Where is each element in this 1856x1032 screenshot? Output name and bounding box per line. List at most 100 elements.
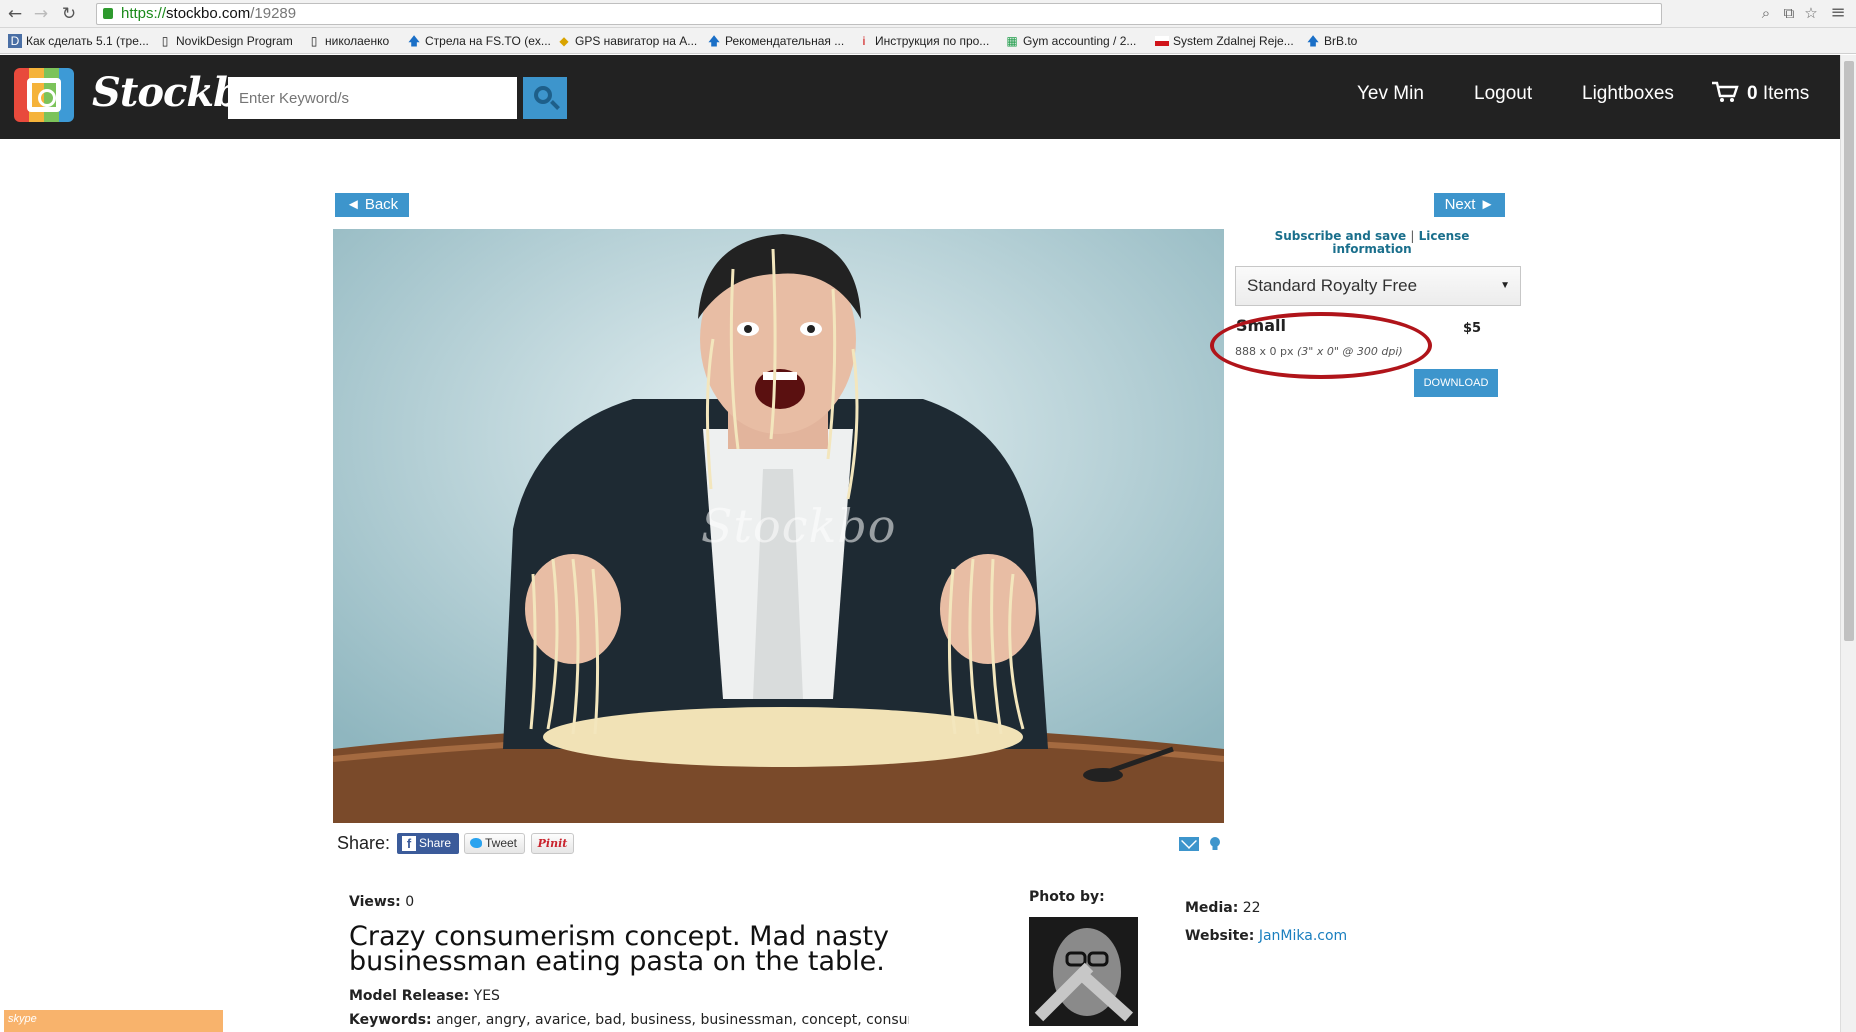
size-dimensions: 888 x 0 px (3" x 0" @ 300 dpi) [1235, 345, 1403, 358]
size-pixels: 888 x 0 px [1235, 345, 1294, 358]
browser-reload-icon[interactable]: ↻ [58, 3, 80, 25]
website: Website: JanMika.com [1185, 928, 1347, 944]
bookmark-item[interactable]: D Как сделать 5.1 (тре... [8, 33, 149, 49]
logout-link[interactable]: Logout [1474, 83, 1532, 105]
browser-back-icon[interactable]: ← [4, 3, 26, 25]
search-icon [534, 86, 552, 104]
pinterest-button[interactable]: Pinit [531, 833, 574, 854]
bookmark-label: Рекомендательная ... [725, 34, 845, 48]
bookmark-item[interactable]: ▯ николаенко [307, 33, 389, 49]
keywords: Keywords: anger, angry, avarice, bad, bu… [349, 1012, 909, 1028]
bookmark-label: BrB.to [1324, 34, 1358, 48]
url-path: /19289 [250, 5, 297, 22]
cart-count: 0 [1747, 83, 1758, 104]
address-bar[interactable]: https://stockbo.com/19289 [96, 3, 1662, 25]
bookmark-item[interactable]: ▯ NovikDesign Program [158, 33, 293, 49]
bookmark-label: николаенко [325, 34, 390, 48]
arrow-up-icon: 🡅 [707, 34, 721, 48]
media-value: 22 [1242, 900, 1261, 916]
user-name-link[interactable]: Yev Min [1357, 83, 1424, 105]
browser-forward-icon[interactable]: → [30, 3, 52, 25]
bookmark-item[interactable]: ◆ GPS навигатор на A... [557, 33, 697, 49]
zoom-icon[interactable]: ⌕ [1756, 3, 1776, 23]
skype-label: skype [8, 1013, 37, 1025]
views-count: Views: 0 [349, 894, 414, 910]
page: ← → ↻ https://stockbo.com/19289 ⌕ ⧉ ☆ ≡ … [0, 0, 1856, 1032]
facebook-share-button[interactable]: f Share [397, 833, 459, 854]
facebook-share-label: Share [419, 836, 452, 850]
website-link[interactable]: JanMika.com [1259, 928, 1347, 944]
bookmark-item[interactable]: 🡅 Стрела на FS.TO (ex... [407, 33, 551, 49]
bookmark-item[interactable]: System Zdalnej Reje... [1155, 33, 1294, 49]
bookmark-label: NovikDesign Program [176, 34, 293, 48]
license-select-value: Standard Royalty Free [1247, 276, 1418, 295]
bookmark-label: Стрела на FS.TO (ex... [425, 34, 551, 48]
bookmark-item[interactable]: 🡅 Рекомендательная ... [707, 33, 844, 49]
scrollbar-thumb[interactable] [1844, 61, 1854, 641]
logo-icon[interactable] [14, 68, 74, 122]
media-label: Media: [1185, 900, 1239, 916]
photo-title: Crazy consumerism concept. Mad nasty bus… [349, 921, 890, 977]
photographer-avatar[interactable] [1029, 917, 1138, 1026]
page-icon: D [8, 34, 22, 48]
bookmark-item[interactable]: ▦ Gym accounting / 2... [1005, 33, 1136, 49]
star-icon[interactable]: ☆ [1801, 3, 1821, 23]
cart-link[interactable]: 0 Items [1747, 83, 1809, 105]
page-icon: ▯ [161, 34, 169, 48]
mail-icon[interactable] [1179, 837, 1199, 851]
gps-icon: ◆ [559, 34, 569, 48]
model-release: Model Release: YES [349, 988, 500, 1004]
photo-watermark: Stockbo [701, 499, 897, 553]
lightbulb-icon[interactable] [1209, 836, 1221, 852]
menu-icon[interactable]: ≡ [1828, 3, 1848, 23]
bookmark-label: Как сделать 5.1 (тре... [26, 34, 149, 48]
size-print-detail: (3" x 0" @ 300 dpi) [1297, 345, 1403, 358]
translate-icon[interactable]: ⧉ [1779, 3, 1799, 23]
back-button[interactable]: ◄ Back [335, 193, 409, 217]
facebook-icon: f [402, 836, 416, 851]
cart-icon[interactable] [1711, 80, 1739, 104]
avatar-illustration [1029, 917, 1138, 1026]
bookmark-item[interactable]: i Инструкция по про... [857, 33, 990, 49]
price: $5 [1463, 321, 1482, 336]
bookmark-label: Инструкция по про... [875, 34, 990, 48]
share-label: Share: [337, 833, 391, 853]
search-button[interactable] [523, 77, 567, 119]
url-host: stockbo.com [166, 5, 251, 22]
url-scheme: https:// [121, 5, 167, 22]
flag-icon [1155, 36, 1169, 46]
bookmark-label: Gym accounting / 2... [1023, 34, 1137, 48]
arrow-up-icon: 🡅 [407, 34, 421, 48]
tweet-label: Tweet [485, 836, 518, 850]
main-photo[interactable]: Stockbo [333, 229, 1224, 823]
search-input[interactable] [228, 77, 517, 119]
subscribe-link[interactable]: Subscribe and save [1275, 229, 1407, 243]
license-select[interactable]: Standard Royalty Free ▼ [1235, 266, 1521, 306]
chevron-down-icon: ▼ [1500, 280, 1510, 291]
size-name: Small [1236, 316, 1286, 335]
views-value: 0 [405, 894, 415, 910]
keywords-value[interactable]: anger, angry, avarice, bad, business, bu… [436, 1012, 909, 1028]
lock-icon [103, 8, 113, 19]
cart-label: Items [1762, 83, 1810, 104]
info-icon: i [862, 34, 866, 48]
browser-toolbar: ← → ↻ https://stockbo.com/19289 ⌕ ⧉ ☆ ≡ [0, 0, 1856, 28]
pinterest-label: Pinit [537, 837, 568, 850]
bookmarks-bar: D Как сделать 5.1 (тре... ▯ NovikDesign Pr… [0, 28, 1856, 54]
sheet-icon: ▦ [1006, 34, 1018, 48]
twitter-icon [470, 838, 482, 848]
skype-bar[interactable]: skype [4, 1010, 223, 1032]
lightboxes-link[interactable]: Lightboxes [1582, 83, 1674, 105]
tweet-button[interactable]: Tweet [464, 833, 525, 854]
download-button[interactable]: DOWNLOAD [1414, 369, 1498, 397]
media-count: Media: 22 [1185, 900, 1261, 916]
page-icon: ▯ [310, 34, 318, 48]
keywords-label: Keywords: [349, 1012, 432, 1028]
model-release-value: YES [473, 988, 500, 1004]
views-label: Views: [349, 894, 401, 910]
page-scrollbar[interactable] [1840, 55, 1856, 1032]
next-button[interactable]: Next ► [1434, 193, 1505, 217]
bookmark-item[interactable]: 🡅 BrB.to [1306, 33, 1358, 49]
model-release-label: Model Release: [349, 988, 470, 1004]
arrow-up-icon: 🡅 [1306, 34, 1320, 48]
